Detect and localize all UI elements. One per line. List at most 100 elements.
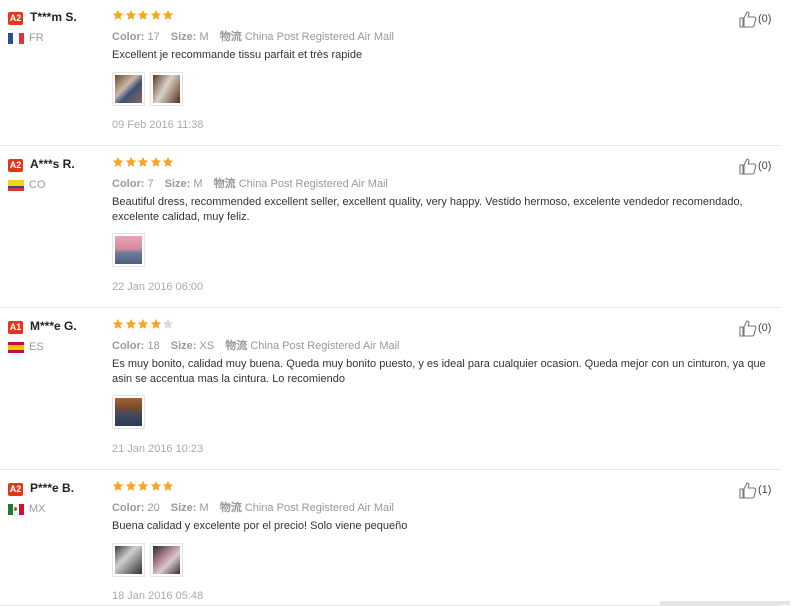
- buyer-level-badge: A2: [8, 159, 23, 172]
- star-filled-icon: [112, 480, 124, 491]
- shipping-label: 物流: [219, 502, 242, 514]
- star-filled-icon: [137, 156, 149, 167]
- helpful-count: (0): [758, 13, 772, 25]
- size-label: Size:: [164, 178, 191, 190]
- helpful-button[interactable]: (0): [738, 10, 771, 28]
- review-photo-thumbnail[interactable]: [150, 72, 183, 106]
- color-label: Color:: [112, 502, 145, 514]
- size-label: Size:: [170, 502, 197, 514]
- review-text: Buena calidad y excelente por el precio!…: [112, 520, 408, 532]
- thumbs-up-icon: [739, 320, 757, 337]
- size-value: M: [199, 31, 209, 43]
- helpful-button[interactable]: (0): [738, 319, 771, 337]
- review-photos: [112, 233, 145, 267]
- star-filled-icon: [150, 9, 161, 20]
- size-label: Size:: [170, 340, 197, 352]
- review-photo-thumbnail[interactable]: [112, 395, 145, 429]
- star-filled-icon: [137, 9, 149, 20]
- shipping-value: China Post Registered Air Mail: [244, 31, 394, 43]
- shipping-label: 物流: [225, 340, 248, 352]
- review-photos: [112, 543, 183, 577]
- buyer-level-badge: A1: [8, 321, 23, 334]
- thumbs-up-icon: [739, 482, 757, 499]
- reviewer-country: CO: [29, 179, 46, 191]
- review-item: A2 P***e B. MX Color: 20 Size: M 物流 Chin…: [0, 479, 780, 606]
- star-filled-icon: [162, 156, 174, 167]
- thumbs-up-icon: [739, 11, 757, 28]
- helpful-count: (1): [758, 484, 772, 496]
- flag-mx-icon: [8, 504, 24, 515]
- star-filled-icon: [112, 9, 124, 20]
- review-text: Es muy bonito, calidad muy buena. Queda …: [112, 358, 766, 385]
- color-label: Color:: [112, 340, 145, 352]
- star-filled-icon: [125, 480, 136, 491]
- review-item: A1 M***e G. ES Color: 18 Size: XS 物流 Chi…: [0, 317, 780, 470]
- review-photo-thumbnail[interactable]: [112, 233, 145, 267]
- review-photo-thumbnail[interactable]: [112, 72, 145, 106]
- star-rating: [112, 318, 175, 330]
- review-date: 18 Jan 2016 05:48: [112, 590, 204, 602]
- star-filled-icon: [150, 318, 161, 329]
- reviewer-country: ES: [29, 341, 44, 353]
- review-photo-thumbnail[interactable]: [150, 543, 183, 577]
- review-photo-thumbnail[interactable]: [112, 543, 145, 577]
- review-photos: [112, 395, 145, 429]
- star-empty-icon: [162, 318, 174, 329]
- review-item: A2 A***s R. CO Color: 7 Size: M 物流 China…: [0, 155, 780, 308]
- star-filled-icon: [150, 156, 161, 167]
- color-label: Color:: [112, 31, 145, 43]
- color-value: 7: [147, 178, 154, 190]
- order-info: Color: 7 Size: M 物流 China Post Registere…: [112, 175, 388, 191]
- review-item: A2 T***m S. FR Color: 17 Size: M 物流 Chin…: [0, 8, 780, 146]
- flag-fr-icon: [8, 33, 24, 44]
- shipping-value: China Post Registered Air Mail: [238, 178, 388, 190]
- star-filled-icon: [150, 480, 161, 491]
- helpful-button[interactable]: (1): [738, 481, 771, 499]
- shipping-value: China Post Registered Air Mail: [244, 502, 394, 514]
- reviewer-name: M***e G.: [30, 319, 77, 333]
- review-date: 09 Feb 2016 11:38: [112, 119, 204, 131]
- star-filled-icon: [137, 318, 149, 329]
- helpful-count: (0): [758, 322, 772, 334]
- order-info: Color: 17 Size: M 物流 China Post Register…: [112, 28, 394, 44]
- reviewer-country: MX: [29, 503, 46, 515]
- star-filled-icon: [162, 480, 174, 491]
- shipping-value: China Post Registered Air Mail: [250, 340, 400, 352]
- review-date: 21 Jan 2016 10:23: [112, 443, 204, 455]
- color-label: Color:: [112, 178, 145, 190]
- color-value: 17: [147, 31, 160, 43]
- reviewer-name: A***s R.: [30, 157, 75, 171]
- size-value: XS: [199, 340, 215, 352]
- size-value: M: [199, 502, 209, 514]
- star-filled-icon: [125, 9, 136, 20]
- shipping-label: 物流: [213, 178, 236, 190]
- reviewer-name: P***e B.: [30, 481, 75, 495]
- color-value: 18: [147, 340, 160, 352]
- size-label: Size:: [170, 31, 197, 43]
- size-value: M: [193, 178, 203, 190]
- star-filled-icon: [137, 480, 149, 491]
- shipping-label: 物流: [219, 31, 242, 43]
- order-info: Color: 20 Size: M 物流 China Post Register…: [112, 499, 394, 515]
- color-value: 20: [147, 502, 160, 514]
- reviewer-country: FR: [29, 32, 44, 44]
- review-photos: [112, 72, 183, 106]
- flag-co-icon: [8, 180, 24, 191]
- buyer-level-badge: A2: [8, 483, 23, 496]
- flag-es-icon: [8, 342, 24, 353]
- thumbs-up-icon: [739, 158, 757, 175]
- star-filled-icon: [112, 318, 124, 329]
- star-filled-icon: [162, 9, 174, 20]
- star-rating: [112, 156, 175, 168]
- helpful-button[interactable]: (0): [738, 157, 771, 175]
- star-filled-icon: [112, 156, 124, 167]
- star-filled-icon: [125, 318, 136, 329]
- review-text: Beautiful dress, recommended excellent s…: [112, 196, 743, 223]
- scrollbar-track[interactable]: [660, 601, 790, 605]
- reviewer-name: T***m S.: [30, 10, 77, 24]
- star-rating: [112, 480, 175, 492]
- review-text: Excellent je recommande tissu parfait et…: [112, 49, 363, 61]
- review-date: 22 Jan 2016 06:00: [112, 281, 204, 293]
- buyer-level-badge: A2: [8, 12, 23, 25]
- order-info: Color: 18 Size: XS 物流 China Post Registe…: [112, 337, 400, 353]
